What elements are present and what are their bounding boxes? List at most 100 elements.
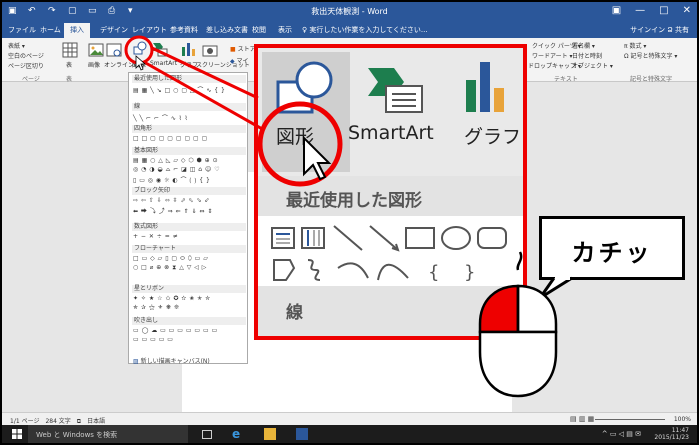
cover-page-button[interactable]: 表紙 ▾ bbox=[8, 41, 25, 50]
explorer-icon[interactable] bbox=[264, 428, 276, 440]
gallery-row-basic-1[interactable]: ▤ ▦ ○ △ ◺ ▱ ◇ ⬡ ⬢ ⊕ ⊙ bbox=[133, 157, 218, 164]
tab-mailings[interactable]: 差し込み文書 bbox=[206, 25, 248, 35]
blank-page-button[interactable]: 空白のページ bbox=[8, 51, 44, 60]
new-drawing-canvas-item[interactable]: ▨ 新しい描画キャンバス(N) bbox=[133, 356, 210, 365]
store-icon: ■ bbox=[230, 46, 236, 53]
callout-smartart-label: SmartArt bbox=[348, 122, 434, 144]
shapes-button[interactable]: 図形 bbox=[132, 60, 144, 69]
status-bar: 1/1 ページ 284 文字 ⧉ 日本語 ▤ ▥ ▦ 100% bbox=[2, 412, 697, 425]
callout-shapes-label: 図形 bbox=[276, 126, 315, 148]
object-button[interactable]: オブジェクト ▾ bbox=[572, 61, 613, 70]
gallery-header-block: ブロック矢印 bbox=[132, 187, 246, 195]
callout-chart-icon bbox=[466, 62, 504, 112]
table-button[interactable]: 表 bbox=[66, 60, 72, 69]
online-picture-icon bbox=[106, 43, 122, 57]
gallery-header-flow: フローチャート bbox=[132, 245, 246, 253]
ribbon-tabs: ファイル ホーム 挿入 デザイン レイアウト 参考資料 差し込み文書 校閲 表示… bbox=[2, 22, 697, 38]
gallery-row-callouts-1[interactable]: ▭ ◯ ☁ ▭ ▭ ▭ ▭ ▭ ▭ ▭ bbox=[133, 327, 218, 334]
wordart-button[interactable]: ワードアート ▾ bbox=[532, 51, 573, 60]
my-addins-label: マイ bbox=[236, 58, 249, 65]
canvas-icon: ▨ bbox=[133, 358, 139, 365]
sign-in-share: サインイン Ձ 共有 bbox=[630, 25, 689, 35]
picture-icon bbox=[88, 43, 104, 57]
gallery-header-recent: 最近使用した図形 bbox=[132, 75, 246, 83]
minimize-button[interactable]: — bbox=[635, 5, 645, 16]
symbol-button[interactable]: Ω 記号と特殊文字 ▾ bbox=[624, 51, 677, 60]
tab-home[interactable]: ホーム bbox=[40, 25, 61, 35]
tab-layout[interactable]: レイアウト bbox=[132, 25, 167, 35]
gallery-row-rect[interactable]: □ □ ▢ ▢ ▢ ▢ ▢ ▢ ▢ bbox=[133, 135, 208, 142]
gallery-row-flow-1[interactable]: □ ▭ ◇ ▱ ▯ ▢ ⬭ ⬯ ▭ ▱ bbox=[133, 255, 208, 263]
callout-recent-heading: 最近使用した図形 bbox=[286, 191, 422, 211]
window-title: 救出天体観測 - Word bbox=[311, 7, 388, 16]
system-tray-icons[interactable]: ^ ▭ ◁ ▤ ✉ bbox=[602, 430, 641, 438]
click-sound-text: カチッ bbox=[571, 239, 653, 267]
gallery-row-block-1[interactable]: ⇨ ⇦ ⇧ ⇩ ⬄ ⇳ ⬀ ⬁ ⬂ ⬃ bbox=[133, 197, 210, 204]
title-bar: ▣ ↶ ↷ ▢ ▭ ⎙ ▾ 救出天体観測 - Word ▣ — □ ✕ bbox=[2, 2, 697, 22]
store-button[interactable]: ■ ストア bbox=[230, 44, 256, 53]
share-button[interactable]: Ձ 共有 bbox=[667, 26, 689, 34]
gallery-row-stars-2[interactable]: ✯ ✰ ⚝ ⚜ ❋ ❊ bbox=[133, 304, 179, 312]
tab-view[interactable]: 表示 bbox=[278, 25, 292, 35]
tab-insert[interactable]: 挿入 bbox=[64, 23, 90, 38]
gallery-row-lines[interactable]: ╲ ╲ ⌐ ⌐ ⌒ ∿ ⌇ ⌇ bbox=[133, 113, 188, 122]
taskbar: Web と Windows を検索 e ^ ▭ ◁ ▤ ✉ 11:47 2015… bbox=[2, 425, 697, 443]
gallery-header-lines: 線 bbox=[132, 103, 246, 111]
close-button[interactable]: ✕ bbox=[683, 5, 691, 16]
tab-review[interactable]: 校閲 bbox=[252, 25, 266, 35]
tab-references[interactable]: 参考資料 bbox=[170, 25, 198, 35]
callout-chart-label: グラフ bbox=[464, 126, 522, 148]
ribbon-options-icon[interactable]: ▣ bbox=[612, 5, 621, 16]
shapes-icon bbox=[133, 41, 147, 55]
clock-time: 11:47 bbox=[671, 427, 689, 434]
sign-in-link[interactable]: サインイン bbox=[630, 26, 665, 34]
chart-icon bbox=[182, 43, 195, 56]
taskbar-search[interactable]: Web と Windows を検索 bbox=[28, 425, 188, 443]
gallery-header-stars: 星とリボン bbox=[132, 285, 246, 293]
app-frame: ▣ ↶ ↷ ▢ ▭ ⎙ ▾ 救出天体観測 - Word ▣ — □ ✕ ファイル… bbox=[0, 0, 699, 445]
smartart-button[interactable]: SmartArt bbox=[150, 60, 177, 67]
zoom-level[interactable]: 100% bbox=[674, 416, 691, 423]
word-taskbar-icon[interactable] bbox=[296, 428, 308, 440]
clock-date: 2015/11/23 bbox=[654, 434, 689, 441]
click-sound-bubble: カチッ bbox=[539, 216, 685, 280]
screenshot-icon bbox=[202, 45, 218, 57]
gallery-row-flow-2[interactable]: ○ □ ⌀ ⊕ ⊗ ⧗ △ ▽ ◁ ▷ bbox=[133, 264, 207, 272]
shapes-gallery: 最近使用した図形 ▤ ▦ ╲ ↘ □ ○ ▢ △ ⌒ ∿ { } 線 ╲ ╲ ⌐… bbox=[128, 72, 248, 365]
gallery-header-equation: 数式図形 bbox=[132, 223, 246, 231]
zoom-slider[interactable] bbox=[595, 419, 665, 420]
zoom-callout: 図形 SmartArt グラフ 最近使用した図形 { } 線 bbox=[254, 44, 527, 340]
gallery-row-stars-1[interactable]: ✦ ✧ ★ ☆ ✩ ✪ ✫ ✬ ✭ ✮ bbox=[133, 295, 211, 302]
callout-recent-shapes[interactable]: { } bbox=[268, 224, 520, 284]
date-time-button[interactable]: 日付と時刻 bbox=[572, 51, 602, 60]
callout-shapes-icon bbox=[276, 61, 333, 114]
equation-button[interactable]: π 数式 ▾ bbox=[624, 41, 646, 50]
gallery-row-recent[interactable]: ▤ ▦ ╲ ↘ □ ○ ▢ △ ⌒ ∿ { } bbox=[133, 85, 225, 94]
picture-button[interactable]: 画像 bbox=[88, 60, 100, 69]
signature-line-button[interactable]: 署名欄 ▾ bbox=[572, 41, 595, 50]
gallery-header-basic: 基本図形 bbox=[132, 147, 246, 155]
view-mode-icons[interactable]: ▤ ▥ ▦ bbox=[570, 415, 594, 423]
maximize-button[interactable]: □ bbox=[659, 5, 668, 16]
new-canvas-label: 新しい描画キャンバス(N) bbox=[140, 358, 210, 365]
edge-icon[interactable]: e bbox=[232, 428, 244, 440]
tab-file[interactable]: ファイル bbox=[8, 25, 36, 35]
tell-me-search[interactable]: ♀ 実行したい作業を入力してください... bbox=[302, 25, 428, 35]
gallery-row-basic-2[interactable]: ◎ ◔ ◑ ◒ ⌓ ⌐ ◪ ◫ ⌂ ☺ ♡ bbox=[133, 166, 220, 174]
window-buttons: ▣ — □ ✕ bbox=[612, 5, 691, 16]
callout-smartart-icon bbox=[368, 68, 423, 113]
gallery-row-callouts-2[interactable]: ▭ ▭ ▭ ▭ ▭ bbox=[133, 336, 173, 343]
tab-design[interactable]: デザイン bbox=[100, 25, 128, 35]
gallery-header-rect: 四角形 bbox=[132, 125, 246, 133]
taskbar-clock[interactable]: 11:47 2015/11/23 bbox=[654, 427, 689, 441]
gallery-row-basic-3[interactable]: ▯ ▭ ◎ ◉ ☼ ◐ ⌒ ⟮ ⟯ { } bbox=[133, 175, 210, 185]
page-break-button[interactable]: ページ区切り bbox=[8, 61, 44, 70]
gallery-row-block-2[interactable]: ⬅ ⮕ ⤵ ⤴ ⇒ ⇐ ⇑ ⇓ ⇔ ⇕ bbox=[133, 206, 213, 215]
svg-text:{: { bbox=[428, 262, 439, 283]
windows-start-icon[interactable] bbox=[12, 429, 22, 439]
my-addins-button[interactable]: ◆ マイ bbox=[230, 56, 249, 65]
task-view-icon[interactable] bbox=[202, 430, 212, 439]
callout-lines-heading: 線 bbox=[286, 303, 303, 323]
gallery-header-callouts: 吹き出し bbox=[132, 317, 246, 325]
gallery-row-equation[interactable]: + − ✕ ÷ = ≠ bbox=[133, 233, 178, 240]
